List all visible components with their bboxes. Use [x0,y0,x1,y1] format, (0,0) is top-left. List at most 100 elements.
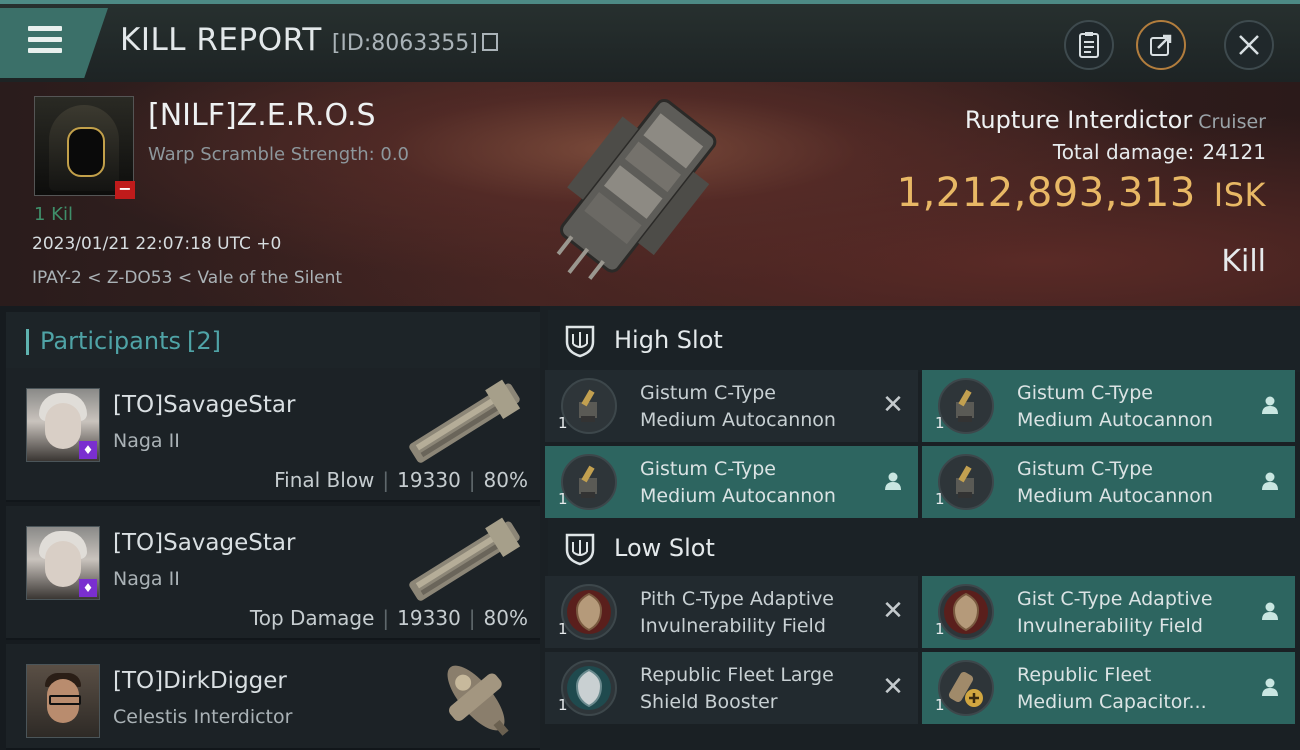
kill-result: Kill [1221,244,1266,279]
participant-row[interactable]: [TO]DirkDigger Celestis Interdictor [6,644,540,750]
autocannon-icon [938,454,994,510]
item-quantity: 1 [558,620,568,638]
low-slot-icon [565,533,595,566]
item-name-line2: Medium Autocannon [1017,485,1213,507]
item-name-line1: Gistum C-Type [1017,382,1153,404]
item-quantity: 1 [935,620,945,638]
fitting-item[interactable]: 1 Gistum C-Type Medium Autocannon ✕ [545,370,918,442]
fitting-item[interactable]: 1 Gist C-Type Adaptive Invulnerability Fi… [922,576,1295,648]
item-quantity: 1 [935,696,945,714]
participant-stats: Final Blow | 19330 | 80% [274,468,528,492]
shield-booster-icon [561,660,617,716]
stat-percent: 80% [483,606,528,630]
item-name-line1: Republic Fleet [1017,664,1152,686]
share-button[interactable] [1136,20,1186,70]
item-name-line1: Gistum C-Type [1017,458,1153,480]
title-text: KILL REPORT [120,22,322,58]
low-slot-header: Low Slot [548,518,1300,580]
item-name-line1: Pith C-Type Adaptive [640,588,834,610]
participant-row[interactable]: ♦ [TO]SavageStar Naga II Top Damage | 1933… [6,506,540,640]
item-name: Gistum C-Type Medium Autocannon [640,456,880,510]
hostile-badge-icon: − [115,181,135,199]
stat-damage: 19330 [397,468,461,492]
item-name-line2: Medium Autocannon [640,485,836,507]
item-quantity: 1 [558,414,568,432]
naga-ship-icon [409,379,521,463]
fitting-item[interactable]: 1 Republic Fleet Medium Capacitor... [922,652,1295,724]
high-slot-label: High Slot [614,326,723,354]
participants-header: Participants [2] [6,312,540,370]
item-quantity: 1 [935,490,945,508]
invulnerability-field-icon [561,584,617,640]
header-bar: KILL REPORT [ID:8063355] [0,0,1300,82]
close-button[interactable] [1224,20,1274,70]
menu-button[interactable] [0,8,108,78]
kill-datetime: 2023/01/21 22:07:18 UTC +0 [32,234,282,254]
fitting-item[interactable]: 1 Gistum C-Type Medium Autocannon [922,446,1295,518]
fittings-panel: High Slot 1 Gistum C-Type Medium Autocann… [540,306,1300,750]
victim-name[interactable]: [NILF]Z.E.R.O.S [148,98,376,133]
fitting-item[interactable]: 1 Pith C-Type Adaptive Invulnerability Fi… [545,576,918,648]
stat-label: Final Blow [274,468,375,492]
participants-panel: Participants [2] ♦ [TO]SavageStar Naga II… [0,306,540,750]
item-name-line2: Medium Capacitor... [1017,691,1207,713]
dropped-person-icon [1262,678,1278,696]
warp-scramble-strength: Warp Scramble Strength: 0.0 [148,144,410,165]
item-name-line2: Invulnerability Field [640,615,826,637]
item-name-line1: Gistum C-Type [640,458,776,480]
page-title: KILL REPORT [ID:8063355] [120,22,498,58]
victim-ship-image [556,98,717,280]
item-name: Republic Fleet Medium Capacitor... [1017,662,1257,716]
participant-name[interactable]: [TO]DirkDigger [113,668,287,694]
avatar[interactable]: ♦ [26,526,100,600]
item-name-line2: Medium Autocannon [640,409,836,431]
item-name: Pith C-Type Adaptive Invulnerability Fiel… [640,586,880,640]
invulnerability-field-icon [938,584,994,640]
dropped-person-icon [1262,396,1278,414]
capacitor-icon [938,660,994,716]
autocannon-icon [938,378,994,434]
victim-portrait[interactable]: − [34,96,135,199]
destroyed-icon: ✕ [882,596,904,626]
autocannon-icon [561,454,617,510]
total-damage-label: Total damage: [1052,140,1195,164]
stat-damage: 19330 [397,606,461,630]
clipboard-button[interactable] [1064,20,1114,70]
kill-location[interactable]: IPAY-2 < Z-DO53 < Vale of the Silent [32,268,342,288]
participant-name[interactable]: [TO]SavageStar [113,530,295,556]
participants-count: [2] [186,327,221,355]
ship-name-text: Rupture Interdictor [964,106,1193,134]
item-name: Gistum C-Type Medium Autocannon [1017,456,1257,510]
item-name: Republic Fleet Large Shield Booster [640,662,880,716]
participant-ship: Naga II [113,430,180,452]
item-name-line2: Shield Booster [640,691,778,713]
victim-ship-name[interactable]: Rupture Interdictor Cruiser [965,106,1266,134]
low-slot-label: Low Slot [614,534,715,562]
isk-value: 1,212,893,313 ISK [897,170,1266,216]
autocannon-icon [561,378,617,434]
item-quantity: 1 [935,414,945,432]
fitting-item[interactable]: 1 Republic Fleet Large Shield Booster ✕ [545,652,918,724]
fitting-item[interactable]: 1 Gistum C-Type Medium Autocannon [545,446,918,518]
total-damage: Total damage: 24121 [1053,140,1266,164]
participant-row[interactable]: ♦ [TO]SavageStar Naga II Final Blow | 1933… [6,368,540,502]
avatar[interactable]: ♦ [26,388,100,462]
participant-stats: Top Damage | 19330 | 80% [249,606,528,630]
share-icon [1150,34,1172,56]
copy-icon[interactable] [481,33,498,51]
participant-name[interactable]: [TO]SavageStar [113,392,295,418]
participant-ship: Celestis Interdictor [113,706,293,728]
avatar[interactable] [26,664,100,738]
ship-class: Cruiser [1198,111,1266,133]
item-name-line2: Medium Autocannon [1017,409,1213,431]
item-name-line1: Republic Fleet Large [640,664,834,686]
pilot-badge-icon: ♦ [79,441,97,459]
celestis-ship-icon [447,665,509,736]
stat-percent: 80% [483,468,528,492]
item-name: Gistum C-Type Medium Autocannon [1017,380,1257,434]
item-quantity: 1 [558,696,568,714]
pilot-badge-icon: ♦ [79,579,97,597]
isk-unit: ISK [1213,176,1266,214]
total-damage-value: 24121 [1202,140,1266,164]
fitting-item[interactable]: 1 Gistum C-Type Medium Autocannon [922,370,1295,442]
